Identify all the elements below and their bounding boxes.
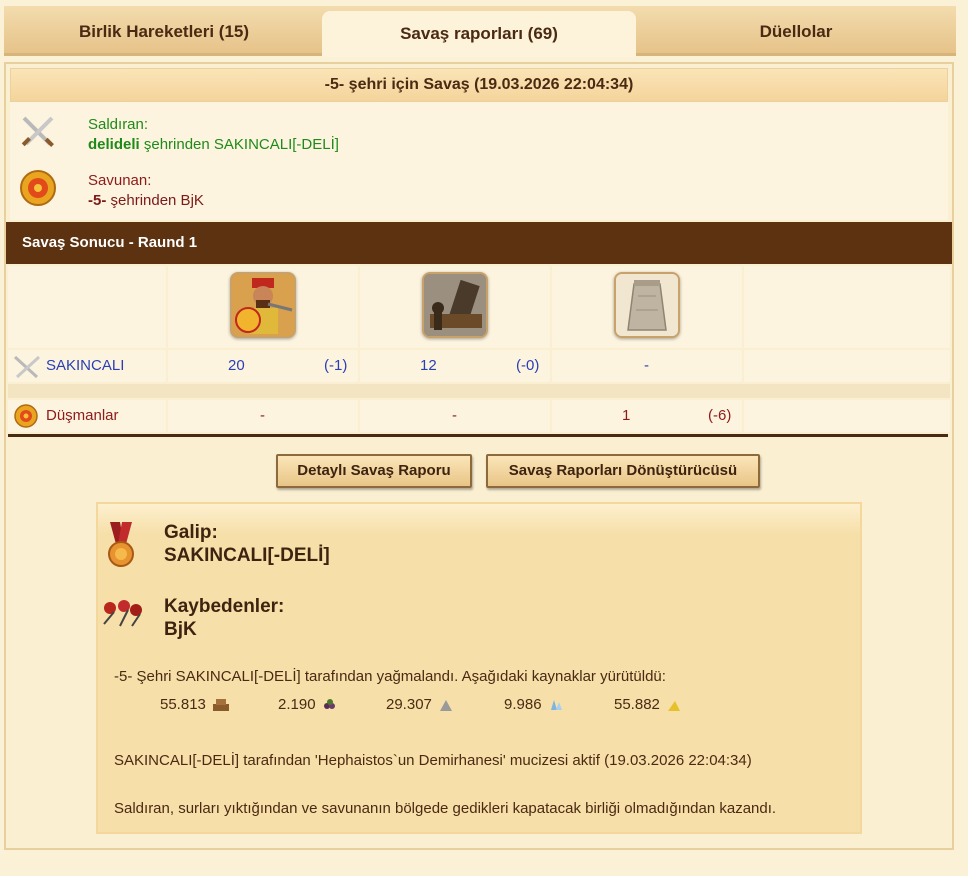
unit-count-cell: - xyxy=(552,350,742,382)
row-name-cell: SAKINCALI xyxy=(8,350,166,382)
unit-header-cell xyxy=(360,266,550,348)
resource-marble: 29.307 xyxy=(386,696,454,713)
resource-value: 2.190 xyxy=(278,696,316,713)
tab-bar: Birlik Hareketleri (15) Savaş raporları … xyxy=(4,6,956,57)
unit-loss: (-0) xyxy=(516,357,540,374)
unit-header-cell xyxy=(168,266,358,348)
shield-icon xyxy=(14,404,38,428)
shield-icon xyxy=(20,170,56,206)
battle-report-panel: -5- şehri için Savaş (19.03.2026 22:04:3… xyxy=(4,62,954,850)
unit-count-cell: - xyxy=(168,400,358,432)
victory-reason-text: Saldıran, surları yıktığından ve savunan… xyxy=(114,800,777,817)
participants-section: Saldıran: delideli şehrinden SAKINCALI[-… xyxy=(10,102,948,220)
resource-value: 55.882 xyxy=(614,696,660,713)
attacker-from-text: şehrinden SAKINCALI[-DELİ] xyxy=(139,136,339,153)
wall-icon[interactable] xyxy=(614,272,680,338)
marble-icon xyxy=(439,699,452,711)
header-empty-cell xyxy=(744,266,950,348)
losers-label: Kaybedenler: xyxy=(164,596,285,617)
row-name-cell: Düşmanlar xyxy=(8,400,166,432)
table-divider xyxy=(8,434,948,437)
plunder-text: -5- Şehri SAKINCALI[-DELİ] tarafından ya… xyxy=(114,668,666,685)
resource-value: 55.813 xyxy=(160,696,206,713)
crossed-swords-icon xyxy=(13,355,41,379)
resource-value: 9.986 xyxy=(504,696,542,713)
tab-duels[interactable]: Düellolar xyxy=(636,10,956,54)
winner-label: Galip: xyxy=(164,522,218,543)
unit-count: 12 xyxy=(420,357,437,374)
row-spacer xyxy=(8,384,950,398)
unit-count-cell: 20 (-1) xyxy=(168,350,358,382)
unit-count-cell: - xyxy=(360,400,550,432)
resource-sulfur: 55.882 xyxy=(614,696,682,713)
attacker-row-name[interactable]: SAKINCALI xyxy=(46,357,124,374)
resource-wood: 55.813 xyxy=(160,696,230,713)
resource-wine: 2.190 xyxy=(278,696,338,713)
report-title: -5- şehri için Savaş (19.03.2026 22:04:3… xyxy=(10,68,948,102)
wine-icon xyxy=(323,698,335,709)
sulfur-icon xyxy=(667,700,680,711)
resource-crystal: 9.986 xyxy=(504,696,564,713)
unit-loss: (-6) xyxy=(708,407,732,424)
tab-battle-reports[interactable]: Savaş raporları (69) xyxy=(322,11,636,57)
wonder-text: SAKINCALI[-DELİ] tarafından 'Hephaistos`… xyxy=(114,752,752,769)
unit-header-cell xyxy=(552,266,742,348)
detailed-report-button[interactable]: Detaylı Savaş Raporu xyxy=(276,454,472,488)
resource-value: 29.307 xyxy=(386,696,432,713)
unit-count-cell: 1 (-6) xyxy=(552,400,742,432)
defender-line: -5- şehrinden BjK xyxy=(88,192,204,209)
row-empty-cell xyxy=(744,400,950,432)
defeated-units-icon xyxy=(103,600,142,627)
medal-icon xyxy=(108,522,134,567)
tab-unit-movements[interactable]: Birlik Hareketleri (15) xyxy=(4,10,324,54)
unit-loss: (-1) xyxy=(324,357,348,374)
attacker-label: Saldıran: xyxy=(88,116,149,133)
wood-icon xyxy=(212,698,229,711)
defender-from-text: şehrinden BjK xyxy=(106,192,204,209)
crossed-swords-icon xyxy=(21,116,54,147)
crystal-icon xyxy=(550,699,562,710)
defender-label: Savunan: xyxy=(88,172,152,189)
hoplite-unit-icon[interactable] xyxy=(230,272,296,338)
losers-name: BjK xyxy=(164,619,197,640)
battle-result-header: Savaş Sonucu - Raund 1 xyxy=(6,222,952,264)
attacker-line: delideli şehrinden SAKINCALI[-DELİ] xyxy=(88,136,339,153)
winner-name: SAKINCALI[-DELİ] xyxy=(164,545,330,566)
defender-city-link[interactable]: -5- xyxy=(88,192,106,209)
attacker-city-link[interactable]: delideli xyxy=(88,136,140,153)
battle-summary-box: Galip: SAKINCALI[-DELİ] Kaybedenler: BjK… xyxy=(96,502,862,834)
row-empty-cell xyxy=(744,350,950,382)
unit-count: - xyxy=(452,407,457,424)
catapult-unit-icon[interactable] xyxy=(422,272,488,338)
unit-count: 1 xyxy=(622,407,631,424)
unit-count: - xyxy=(644,357,649,374)
unit-count: - xyxy=(260,407,265,424)
unit-count-cell: 12 (-0) xyxy=(360,350,550,382)
enemies-row-name: Düşmanlar xyxy=(46,407,119,424)
unit-count: 20 xyxy=(228,357,245,374)
report-converter-button[interactable]: Savaş Raporları Dönüştürücüsü xyxy=(486,454,760,488)
header-empty-cell xyxy=(8,266,166,348)
